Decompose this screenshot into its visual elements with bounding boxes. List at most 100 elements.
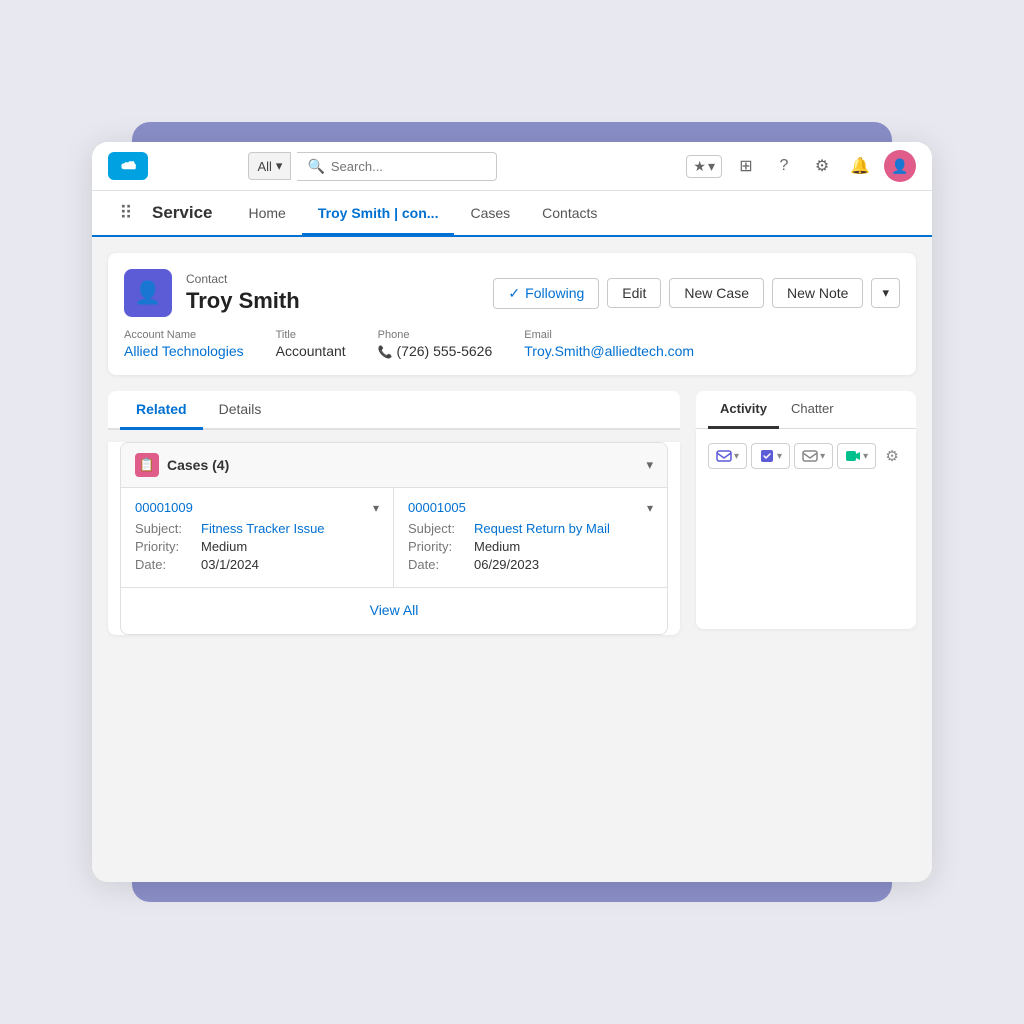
case-subject-value-1[interactable]: Fitness Tracker Issue [201,521,325,536]
task-dropdown-arrow: ▾ [777,451,782,462]
phone-field: Phone 📞 (726) 555-5626 [378,329,493,359]
nav-item-cases[interactable]: Cases [454,192,526,236]
case-priority-value-1: Medium [201,539,247,554]
tab-chatter[interactable]: Chatter [779,391,846,429]
tab-details[interactable]: Details [203,391,278,430]
tab-related-label: Related [136,401,187,417]
case-number-2[interactable]: 00001005 [408,500,466,515]
cases-dropdown-button[interactable]: ▾ [646,457,653,473]
case-subject-row-2: Subject: Request Return by Mail [408,521,653,536]
case-number-1[interactable]: 00001009 [135,500,193,515]
activity-settings-button[interactable]: ⚙ [880,443,904,469]
email-value[interactable]: Troy.Smith@alliedtech.com [524,343,694,359]
contact-icon-symbol: 👤 [134,280,161,306]
new-note-label: New Note [787,285,848,301]
phone-value: 📞 (726) 555-5626 [378,343,493,359]
case-date-row-2: Date: 06/29/2023 [408,557,653,572]
tab-details-label: Details [219,401,262,417]
case-priority-row-2: Priority: Medium [408,539,653,554]
help-button[interactable]: ? [770,152,798,180]
log-icon [802,448,818,464]
all-dropdown[interactable]: All ▾ [248,152,291,180]
cases-section: 📋 Cases (4) ▾ 00001009 ▾ [120,442,668,635]
right-content: ▾ ▾ [696,429,916,629]
all-label: All [257,159,271,174]
case-priority-row-1: Priority: Medium [135,539,379,554]
actions-dropdown-button[interactable]: ▾ [871,278,900,308]
case-date-value-2: 06/29/2023 [474,557,539,572]
title-field: Title Accountant [276,329,346,359]
nav-item-contact[interactable]: Troy Smith | con... [302,192,455,236]
record-name: Troy Smith [186,288,479,314]
settings-button[interactable]: ⚙ [808,152,836,180]
cases-header: 📋 Cases (4) ▾ [121,443,667,488]
case-priority-label-1: Priority: [135,539,195,554]
new-note-button[interactable]: New Note [772,278,863,308]
new-case-button[interactable]: New Case [669,278,764,308]
record-type: Contact [186,272,479,286]
phone-label: Phone [378,329,493,341]
tab-activity[interactable]: Activity [708,391,779,429]
edit-label: Edit [622,285,646,301]
record-actions: ✓ Following Edit New Case New Note [493,278,900,309]
record-fields: Account Name Allied Technologies Title A… [124,329,900,359]
search-input[interactable] [331,159,471,174]
case-subject-value-2[interactable]: Request Return by Mail [474,521,610,536]
app-launcher-button[interactable]: ⠿ [108,191,144,235]
case-dropdown-2[interactable]: ▾ [647,501,653,515]
log-dropdown-arrow: ▾ [820,451,825,462]
plus-icon: ⊞ [739,156,752,176]
tab-related[interactable]: Related [120,391,203,430]
email-dropdown-arrow: ▾ [734,451,739,462]
phone-number: (726) 555-5626 [397,343,493,359]
log-activity-button[interactable]: ▾ [794,443,833,469]
case-date-value-1: 03/1/2024 [201,557,259,572]
more-activity-button[interactable]: ▾ [837,443,876,469]
dropdown-arrow-icon: ▾ [276,158,283,174]
cases-icon-symbol: 📋 [139,457,155,473]
cases-section-icon: 📋 [135,453,159,477]
main-content: Related Details 📋 Cases (4) [108,391,916,647]
tab-activity-label: Activity [720,401,767,416]
case-priority-value-2: Medium [474,539,520,554]
nav-item-contacts[interactable]: Contacts [526,192,613,236]
edit-button[interactable]: Edit [607,278,661,308]
account-name-label: Account Name [124,329,244,341]
record-header: 👤 Contact Troy Smith ✓ Following Edit [108,253,916,375]
favorites-arrow: ▾ [708,158,715,175]
email-activity-button[interactable]: ▾ [708,443,747,469]
account-name-value[interactable]: Allied Technologies [124,343,244,359]
activity-icons-row: ▾ ▾ [704,437,908,475]
case-num-row-2: 00001005 ▾ [408,500,653,515]
case-dropdown-1[interactable]: ▾ [373,501,379,515]
task-icon [759,448,775,464]
case-subject-label-1: Subject: [135,521,195,536]
search-area: All ▾ 🔍 [248,152,497,181]
cases-title: Cases (4) [167,457,646,473]
contact-icon: 👤 [124,269,172,317]
account-name-field: Account Name Allied Technologies [124,329,244,359]
grid-icon: ⠿ [119,203,132,224]
nav-item-home[interactable]: Home [233,192,302,236]
case-date-label-2: Date: [408,557,468,572]
left-panel: Related Details 📋 Cases (4) [108,391,680,647]
user-avatar[interactable]: 👤 [884,150,916,182]
add-button[interactable]: ⊞ [732,152,760,180]
header-icons: ★ ▾ ⊞ ? ⚙ 🔔 👤 [686,150,916,182]
following-button[interactable]: ✓ Following [493,278,599,309]
case-date-label-1: Date: [135,557,195,572]
content-area: 👤 Contact Troy Smith ✓ Following Edit [92,237,932,882]
task-activity-button[interactable]: ▾ [751,443,790,469]
title-value: Accountant [276,343,346,359]
header-bar: All ▾ 🔍 ★ ▾ ⊞ ? [92,142,932,191]
check-icon: ✓ [508,285,520,302]
salesforce-logo[interactable] [108,152,148,180]
left-tabs-bar: Related Details [108,391,680,430]
email-label: Email [524,329,694,341]
phone-icon: 📞 [378,345,393,359]
following-label: Following [525,285,584,301]
email-icon [716,448,732,464]
view-all-link[interactable]: View All [370,602,419,618]
favorites-button[interactable]: ★ ▾ [686,155,722,178]
notifications-button[interactable]: 🔔 [846,152,874,180]
